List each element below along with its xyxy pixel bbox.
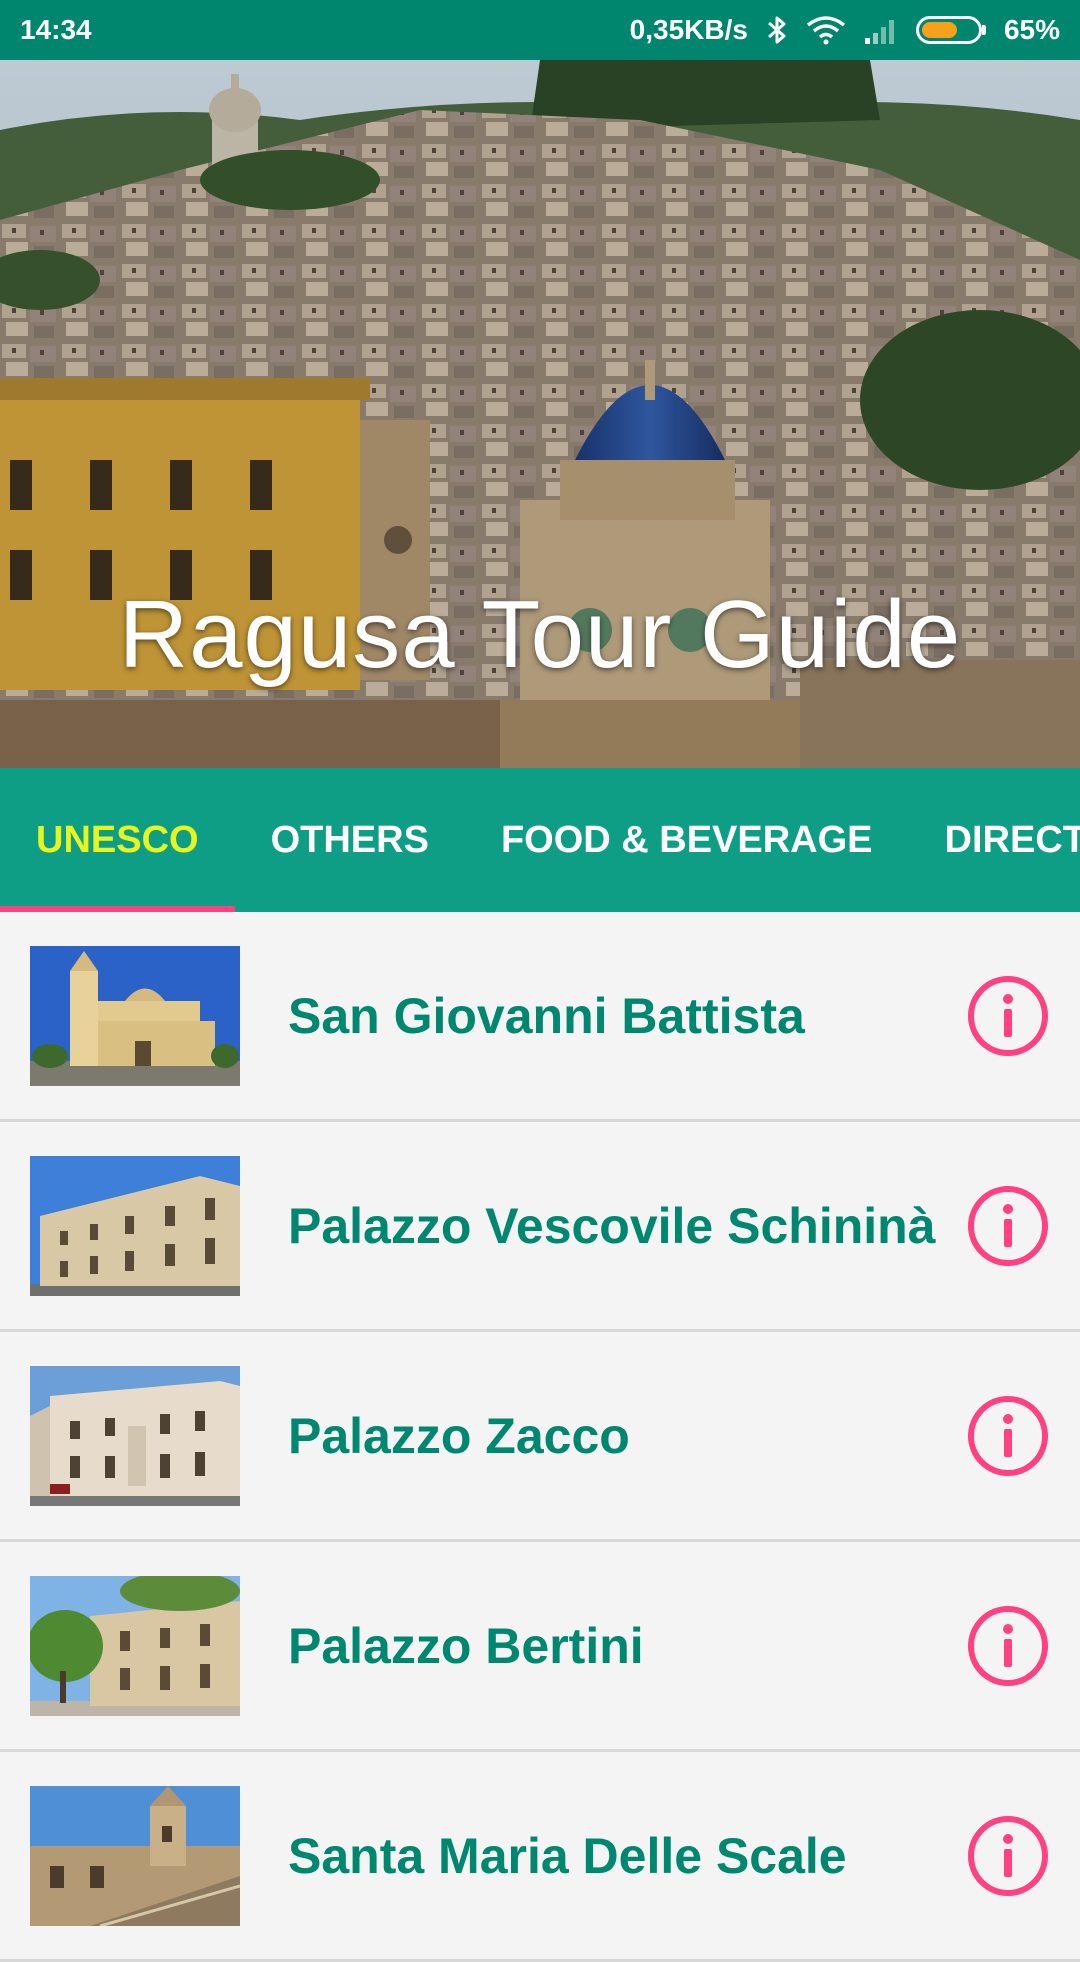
attraction-list: San Giovanni Battista Palazzo Vescovile … xyxy=(0,912,1080,1962)
tab-unesco[interactable]: UNESCO xyxy=(0,768,235,912)
tab-food-beverage[interactable]: FOOD & BEVERAGE xyxy=(465,768,909,912)
thumbnail-image xyxy=(30,1785,240,1926)
tab-label: DIRECT xyxy=(944,818,1080,861)
status-bar: 14:34 0,35KB/s 65% xyxy=(0,0,1080,60)
tab-bar: UNESCO OTHERS FOOD & BEVERAGE DIRECT xyxy=(0,768,1080,912)
list-item[interactable]: Palazzo Zacco xyxy=(0,1332,1080,1542)
status-right: 0,35KB/s 65% xyxy=(630,14,1060,46)
tab-directory[interactable]: DIRECT xyxy=(909,768,1080,912)
battery-cap xyxy=(981,25,986,35)
status-time: 14:34 xyxy=(20,14,92,45)
bluetooth-icon xyxy=(766,14,788,46)
item-title: Santa Maria Delle Scale xyxy=(288,1827,847,1884)
item-title: Palazzo Bertini xyxy=(288,1617,644,1674)
tab-others[interactable]: OTHERS xyxy=(235,768,465,912)
hero-banner: Ragusa Tour Guide xyxy=(0,60,1080,768)
thumbnail-image xyxy=(30,1365,240,1506)
thumbnail-image xyxy=(30,1155,240,1296)
list-item[interactable]: Palazzo Bertini xyxy=(0,1542,1080,1752)
item-title: San Giovanni Battista xyxy=(288,987,805,1044)
tab-label: UNESCO xyxy=(36,818,199,861)
wifi-icon xyxy=(806,15,846,45)
network-speed: 0,35KB/s xyxy=(629,14,748,45)
list-item[interactable]: Santa Maria Delle Scale xyxy=(0,1752,1080,1962)
signal-icon xyxy=(864,16,898,44)
info-icon[interactable] xyxy=(966,1604,1050,1688)
hero-title: Ragusa Tour Guide xyxy=(118,581,962,688)
info-icon[interactable] xyxy=(966,1394,1050,1478)
list-item[interactable]: San Giovanni Battista xyxy=(0,912,1080,1122)
item-title: Palazzo Vescovile Schininà xyxy=(288,1197,936,1254)
item-title: Palazzo Zacco xyxy=(288,1407,630,1464)
thumbnail-image xyxy=(30,1575,240,1716)
info-icon[interactable] xyxy=(966,974,1050,1058)
battery-icon xyxy=(915,16,986,44)
info-icon[interactable] xyxy=(966,1814,1050,1898)
battery-percent: 65% xyxy=(1003,14,1060,45)
battery-body xyxy=(915,16,982,44)
tab-label: FOOD & BEVERAGE xyxy=(500,818,873,861)
tab-label: OTHERS xyxy=(270,818,429,861)
battery-fill xyxy=(921,22,958,38)
info-icon[interactable] xyxy=(966,1184,1050,1268)
list-item[interactable]: Palazzo Vescovile Schininà xyxy=(0,1122,1080,1332)
thumbnail-image xyxy=(30,945,240,1086)
